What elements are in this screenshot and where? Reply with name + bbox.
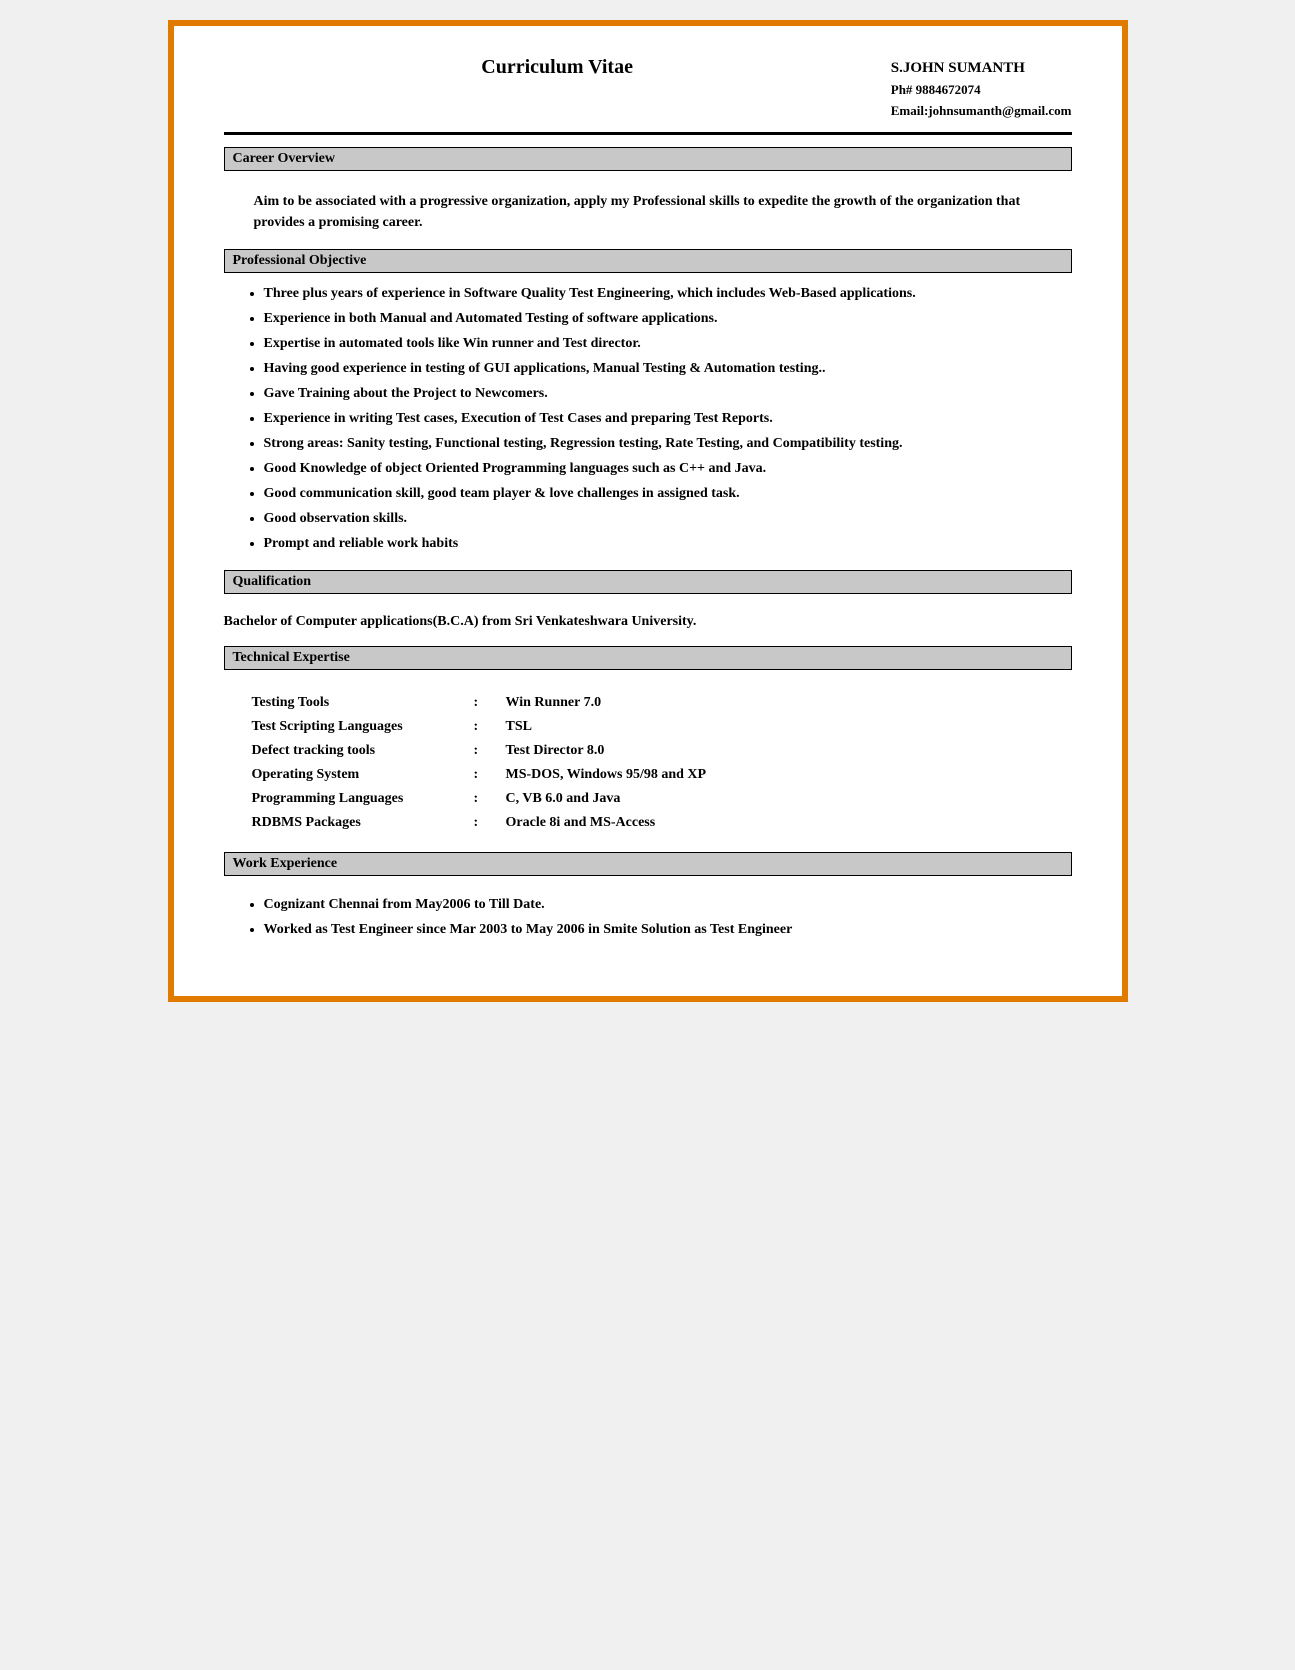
resume-inner: Curriculum Vitae S.JOHN SUMANTH Ph# 9884… <box>174 26 1122 996</box>
candidate-name: S.JOHN SUMANTH <box>891 56 1072 80</box>
professional-objective-header: Professional Objective <box>224 249 1072 273</box>
tech-label: RDBMS Packages <box>246 812 466 834</box>
qualification-text: Bachelor of Computer applications(B.C.A)… <box>224 614 1072 630</box>
career-overview-header: Career Overview <box>224 147 1072 171</box>
list-item: Experience in both Manual and Automated … <box>264 308 1072 329</box>
resume-title: Curriculum Vitae <box>224 56 891 79</box>
list-item: Good observation skills. <box>264 508 1072 529</box>
candidate-email: Email:johnsumanth@gmail.com <box>891 101 1072 122</box>
tech-value: TSL <box>500 716 1090 738</box>
tech-label: Operating System <box>246 764 466 786</box>
work-experience-header: Work Experience <box>224 852 1072 876</box>
tech-value: MS-DOS, Windows 95/98 and XP <box>500 764 1090 786</box>
tech-value: Oracle 8i and MS-Access <box>500 812 1090 834</box>
technical-expertise-section: Technical Expertise Testing Tools : Win … <box>224 646 1072 836</box>
tech-value: C, VB 6.0 and Java <box>500 788 1090 810</box>
list-item: Gave Training about the Project to Newco… <box>264 383 1072 404</box>
header-divider <box>224 132 1072 135</box>
tech-separator: : <box>468 764 498 786</box>
tech-value: Test Director 8.0 <box>500 740 1090 762</box>
header-section: Curriculum Vitae S.JOHN SUMANTH Ph# 9884… <box>224 56 1072 122</box>
tech-separator: : <box>468 788 498 810</box>
tech-separator: : <box>468 740 498 762</box>
qualification-header: Qualification <box>224 570 1072 594</box>
list-item: Worked as Test Engineer since Mar 2003 t… <box>264 919 1072 940</box>
technical-expertise-table: Testing Tools : Win Runner 7.0 Test Scri… <box>244 690 1092 836</box>
technical-expertise-header: Technical Expertise <box>224 646 1072 670</box>
table-row: RDBMS Packages : Oracle 8i and MS-Access <box>246 812 1090 834</box>
qualification-section: Qualification Bachelor of Computer appli… <box>224 570 1072 630</box>
tech-label: Testing Tools <box>246 692 466 714</box>
professional-objective-section: Professional Objective Three plus years … <box>224 249 1072 554</box>
tech-separator: : <box>468 692 498 714</box>
list-item: Prompt and reliable work habits <box>264 533 1072 554</box>
tech-separator: : <box>468 812 498 834</box>
work-experience-section: Work Experience Cognizant Chennai from M… <box>224 852 1072 940</box>
list-item: Good communication skill, good team play… <box>264 483 1072 504</box>
header-right: S.JOHN SUMANTH Ph# 9884672074 Email:john… <box>891 56 1072 122</box>
list-item: Three plus years of experience in Softwa… <box>264 283 1072 304</box>
career-overview-section: Career Overview Aim to be associated wit… <box>224 147 1072 233</box>
resume-container: Curriculum Vitae S.JOHN SUMANTH Ph# 9884… <box>168 20 1128 1002</box>
header-left: Curriculum Vitae <box>224 56 891 87</box>
tech-value: Win Runner 7.0 <box>500 692 1090 714</box>
table-row: Test Scripting Languages : TSL <box>246 716 1090 738</box>
candidate-phone: Ph# 9884672074 <box>891 80 1072 101</box>
list-item: Expertise in automated tools like Win ru… <box>264 333 1072 354</box>
table-row: Defect tracking tools : Test Director 8.… <box>246 740 1090 762</box>
list-item: Having good experience in testing of GUI… <box>264 358 1072 379</box>
tech-label: Test Scripting Languages <box>246 716 466 738</box>
career-overview-text: Aim to be associated with a progressive … <box>254 191 1072 233</box>
table-row: Programming Languages : C, VB 6.0 and Ja… <box>246 788 1090 810</box>
list-item: Experience in writing Test cases, Execut… <box>264 408 1072 429</box>
table-row: Operating System : MS-DOS, Windows 95/98… <box>246 764 1090 786</box>
work-experience-list: Cognizant Chennai from May2006 to Till D… <box>224 894 1072 940</box>
table-row: Testing Tools : Win Runner 7.0 <box>246 692 1090 714</box>
tech-label: Programming Languages <box>246 788 466 810</box>
list-item: Good Knowledge of object Oriented Progra… <box>264 458 1072 479</box>
list-item: Strong areas: Sanity testing, Functional… <box>264 433 1072 454</box>
professional-objective-list: Three plus years of experience in Softwa… <box>224 283 1072 554</box>
tech-separator: : <box>468 716 498 738</box>
list-item: Cognizant Chennai from May2006 to Till D… <box>264 894 1072 915</box>
tech-label: Defect tracking tools <box>246 740 466 762</box>
